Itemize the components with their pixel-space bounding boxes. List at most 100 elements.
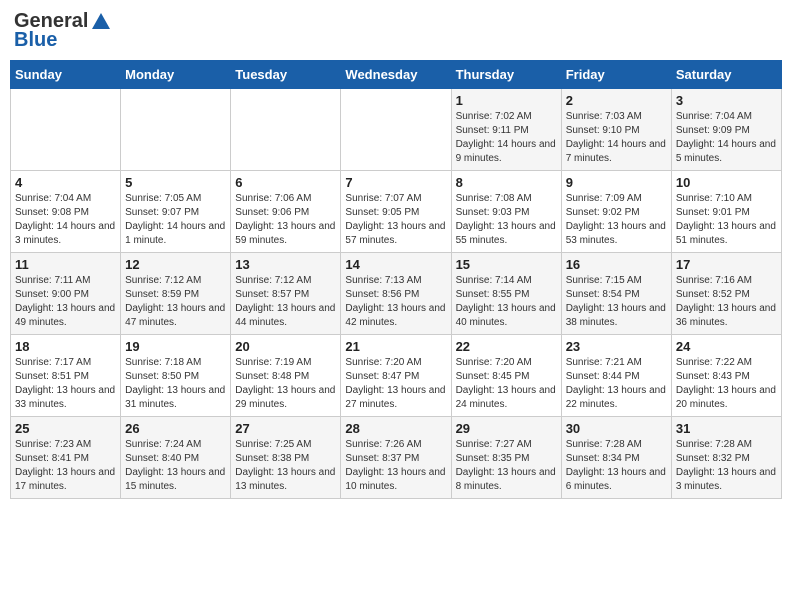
- daylight-label: Daylight: 13 hours and 10 minutes.: [345, 467, 445, 492]
- sunset-label: Sunset: 8:55 PM: [456, 289, 530, 300]
- sunset-label: Sunset: 8:52 PM: [676, 289, 750, 300]
- sunset-label: Sunset: 8:40 PM: [125, 453, 199, 464]
- calendar-cell: 31 Sunrise: 7:28 AM Sunset: 8:32 PM Dayl…: [671, 417, 781, 499]
- day-info: Sunrise: 7:21 AM Sunset: 8:44 PM Dayligh…: [566, 356, 667, 412]
- day-number: 16: [566, 257, 667, 272]
- day-info: Sunrise: 7:26 AM Sunset: 8:37 PM Dayligh…: [345, 438, 446, 494]
- day-number: 8: [456, 175, 557, 190]
- daylight-label: Daylight: 14 hours and 9 minutes.: [456, 139, 556, 164]
- sunset-label: Sunset: 8:37 PM: [345, 453, 419, 464]
- day-info: Sunrise: 7:17 AM Sunset: 8:51 PM Dayligh…: [15, 356, 116, 412]
- calendar-cell: 11 Sunrise: 7:11 AM Sunset: 9:00 PM Dayl…: [11, 253, 121, 335]
- day-info: Sunrise: 7:23 AM Sunset: 8:41 PM Dayligh…: [15, 438, 116, 494]
- day-number: 22: [456, 339, 557, 354]
- calendar-cell: 22 Sunrise: 7:20 AM Sunset: 8:45 PM Dayl…: [451, 335, 561, 417]
- daylight-label: Daylight: 13 hours and 17 minutes.: [15, 467, 115, 492]
- sunset-label: Sunset: 9:05 PM: [345, 207, 419, 218]
- day-number: 4: [15, 175, 116, 190]
- calendar-cell: 6 Sunrise: 7:06 AM Sunset: 9:06 PM Dayli…: [231, 171, 341, 253]
- sunset-label: Sunset: 8:57 PM: [235, 289, 309, 300]
- day-number: 21: [345, 339, 446, 354]
- page-header: General Blue: [10, 10, 782, 52]
- sunrise-label: Sunrise: 7:19 AM: [235, 357, 311, 368]
- day-info: Sunrise: 7:28 AM Sunset: 8:32 PM Dayligh…: [676, 438, 777, 494]
- sunrise-label: Sunrise: 7:12 AM: [125, 275, 201, 286]
- daylight-label: Daylight: 13 hours and 15 minutes.: [125, 467, 225, 492]
- daylight-label: Daylight: 13 hours and 33 minutes.: [15, 385, 115, 410]
- day-number: 30: [566, 421, 667, 436]
- calendar-cell: [11, 89, 121, 171]
- day-info: Sunrise: 7:24 AM Sunset: 8:40 PM Dayligh…: [125, 438, 226, 494]
- daylight-label: Daylight: 13 hours and 24 minutes.: [456, 385, 556, 410]
- sunset-label: Sunset: 8:54 PM: [566, 289, 640, 300]
- day-number: 11: [15, 257, 116, 272]
- weekday-header-monday: Monday: [121, 61, 231, 89]
- calendar-week-row: 1 Sunrise: 7:02 AM Sunset: 9:11 PM Dayli…: [11, 89, 782, 171]
- calendar-week-row: 18 Sunrise: 7:17 AM Sunset: 8:51 PM Dayl…: [11, 335, 782, 417]
- calendar-week-row: 25 Sunrise: 7:23 AM Sunset: 8:41 PM Dayl…: [11, 417, 782, 499]
- sunrise-label: Sunrise: 7:06 AM: [235, 193, 311, 204]
- calendar-cell: 20 Sunrise: 7:19 AM Sunset: 8:48 PM Dayl…: [231, 335, 341, 417]
- calendar-cell: 4 Sunrise: 7:04 AM Sunset: 9:08 PM Dayli…: [11, 171, 121, 253]
- sunrise-label: Sunrise: 7:04 AM: [676, 111, 752, 122]
- sunset-label: Sunset: 8:38 PM: [235, 453, 309, 464]
- sunrise-label: Sunrise: 7:28 AM: [676, 439, 752, 450]
- weekday-header-saturday: Saturday: [671, 61, 781, 89]
- day-number: 6: [235, 175, 336, 190]
- sunrise-label: Sunrise: 7:03 AM: [566, 111, 642, 122]
- calendar-cell: 29 Sunrise: 7:27 AM Sunset: 8:35 PM Dayl…: [451, 417, 561, 499]
- day-info: Sunrise: 7:04 AM Sunset: 9:08 PM Dayligh…: [15, 192, 116, 248]
- day-number: 5: [125, 175, 226, 190]
- sunrise-label: Sunrise: 7:20 AM: [345, 357, 421, 368]
- sunset-label: Sunset: 8:51 PM: [15, 371, 89, 382]
- daylight-label: Daylight: 14 hours and 5 minutes.: [676, 139, 776, 164]
- day-info: Sunrise: 7:04 AM Sunset: 9:09 PM Dayligh…: [676, 110, 777, 166]
- calendar-cell: 24 Sunrise: 7:22 AM Sunset: 8:43 PM Dayl…: [671, 335, 781, 417]
- day-info: Sunrise: 7:22 AM Sunset: 8:43 PM Dayligh…: [676, 356, 777, 412]
- day-number: 14: [345, 257, 446, 272]
- calendar-cell: 15 Sunrise: 7:14 AM Sunset: 8:55 PM Dayl…: [451, 253, 561, 335]
- daylight-label: Daylight: 13 hours and 57 minutes.: [345, 221, 445, 246]
- day-info: Sunrise: 7:28 AM Sunset: 8:34 PM Dayligh…: [566, 438, 667, 494]
- day-info: Sunrise: 7:08 AM Sunset: 9:03 PM Dayligh…: [456, 192, 557, 248]
- sunrise-label: Sunrise: 7:05 AM: [125, 193, 201, 204]
- calendar-cell: 12 Sunrise: 7:12 AM Sunset: 8:59 PM Dayl…: [121, 253, 231, 335]
- sunrise-label: Sunrise: 7:21 AM: [566, 357, 642, 368]
- calendar-cell: 3 Sunrise: 7:04 AM Sunset: 9:09 PM Dayli…: [671, 89, 781, 171]
- daylight-label: Daylight: 13 hours and 40 minutes.: [456, 303, 556, 328]
- day-info: Sunrise: 7:20 AM Sunset: 8:45 PM Dayligh…: [456, 356, 557, 412]
- calendar-cell: 28 Sunrise: 7:26 AM Sunset: 8:37 PM Dayl…: [341, 417, 451, 499]
- day-number: 20: [235, 339, 336, 354]
- sunrise-label: Sunrise: 7:25 AM: [235, 439, 311, 450]
- daylight-label: Daylight: 13 hours and 36 minutes.: [676, 303, 776, 328]
- calendar-cell: 26 Sunrise: 7:24 AM Sunset: 8:40 PM Dayl…: [121, 417, 231, 499]
- calendar-cell: 23 Sunrise: 7:21 AM Sunset: 8:44 PM Dayl…: [561, 335, 671, 417]
- daylight-label: Daylight: 13 hours and 20 minutes.: [676, 385, 776, 410]
- sunset-label: Sunset: 9:03 PM: [456, 207, 530, 218]
- day-number: 25: [15, 421, 116, 436]
- sunrise-label: Sunrise: 7:09 AM: [566, 193, 642, 204]
- daylight-label: Daylight: 13 hours and 31 minutes.: [125, 385, 225, 410]
- calendar-cell: 1 Sunrise: 7:02 AM Sunset: 9:11 PM Dayli…: [451, 89, 561, 171]
- day-number: 27: [235, 421, 336, 436]
- day-number: 3: [676, 93, 777, 108]
- sunset-label: Sunset: 8:32 PM: [676, 453, 750, 464]
- sunrise-label: Sunrise: 7:16 AM: [676, 275, 752, 286]
- day-number: 12: [125, 257, 226, 272]
- sunset-label: Sunset: 8:59 PM: [125, 289, 199, 300]
- sunrise-label: Sunrise: 7:27 AM: [456, 439, 532, 450]
- day-info: Sunrise: 7:09 AM Sunset: 9:02 PM Dayligh…: [566, 192, 667, 248]
- sunset-label: Sunset: 9:06 PM: [235, 207, 309, 218]
- calendar-cell: 17 Sunrise: 7:16 AM Sunset: 8:52 PM Dayl…: [671, 253, 781, 335]
- daylight-label: Daylight: 13 hours and 6 minutes.: [566, 467, 666, 492]
- calendar-cell: 21 Sunrise: 7:20 AM Sunset: 8:47 PM Dayl…: [341, 335, 451, 417]
- sunset-label: Sunset: 9:07 PM: [125, 207, 199, 218]
- sunrise-label: Sunrise: 7:23 AM: [15, 439, 91, 450]
- sunrise-label: Sunrise: 7:04 AM: [15, 193, 91, 204]
- day-info: Sunrise: 7:18 AM Sunset: 8:50 PM Dayligh…: [125, 356, 226, 412]
- day-number: 1: [456, 93, 557, 108]
- calendar-cell: 10 Sunrise: 7:10 AM Sunset: 9:01 PM Dayl…: [671, 171, 781, 253]
- day-info: Sunrise: 7:16 AM Sunset: 8:52 PM Dayligh…: [676, 274, 777, 330]
- sunset-label: Sunset: 9:00 PM: [15, 289, 89, 300]
- daylight-label: Daylight: 14 hours and 3 minutes.: [15, 221, 115, 246]
